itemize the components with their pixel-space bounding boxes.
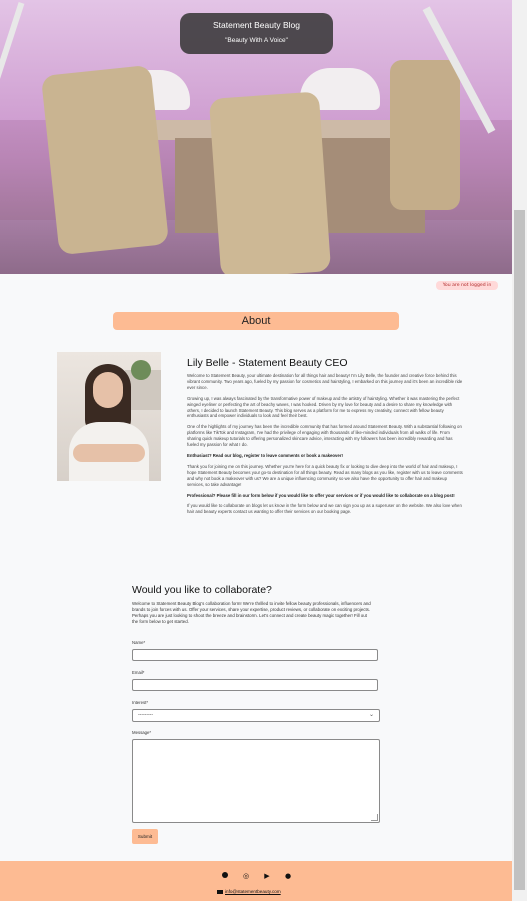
footer: [0, 861, 512, 901]
facebook-icon[interactable]: [220, 872, 230, 880]
bio-paragraph: One of the highlights of my journey has …: [187, 424, 462, 448]
bio-paragraph: If you would like to collaborate on blog…: [187, 503, 462, 515]
name-field[interactable]: [132, 649, 378, 661]
collab-heading: Would you like to collaborate?: [132, 584, 272, 596]
scrollbar-thumb[interactable]: [514, 210, 525, 890]
hero-image: Statement Beauty Blog "Beauty With A Voi…: [0, 0, 512, 274]
chevron-down-icon: ⌄: [368, 712, 374, 718]
interest-selected-value: ---------: [138, 712, 153, 718]
name-label: Name*: [132, 640, 146, 645]
about-heading: About: [113, 312, 399, 330]
submit-button[interactable]: Submit: [132, 829, 158, 844]
instagram-icon[interactable]: ◎: [241, 872, 251, 880]
youtube-icon[interactable]: ▶: [262, 872, 272, 880]
portrait-arms: [73, 444, 145, 462]
footer-email: info@statementbeauty.com: [217, 889, 281, 894]
bio-paragraph: Growing up, I was always fascinated by t…: [187, 395, 460, 419]
hero-chair-left: [40, 64, 170, 256]
github-icon[interactable]: ●: [283, 872, 293, 880]
hero-chair-center: [208, 91, 332, 274]
site-title-box: Statement Beauty Blog "Beauty With A Voi…: [180, 13, 333, 54]
bio-paragraph: Welcome to Statement Beauty, your ultima…: [187, 373, 463, 390]
hero-chair-right: [390, 60, 460, 210]
bio-title: Lily Belle - Statement Beauty CEO: [187, 357, 348, 369]
site-title[interactable]: Statement Beauty Blog: [180, 20, 333, 30]
page: Statement Beauty Blog "Beauty With A Voi…: [0, 0, 512, 901]
site-tagline: "Beauty With A Voice": [225, 37, 288, 44]
bio-text: Welcome to Statement Beauty, your ultima…: [187, 373, 463, 520]
collab-intro: Welcome to Statement Beauty Blog's colla…: [132, 601, 371, 625]
login-status-badge: You are not logged in: [436, 281, 498, 290]
resize-handle[interactable]: [371, 814, 378, 821]
message-label: Message*: [132, 730, 152, 735]
bio-professional-callout: Professional? Please fill in our form be…: [187, 492, 455, 498]
portrait-plant: [131, 360, 151, 380]
email-link[interactable]: info@statementbeauty.com: [225, 889, 281, 894]
email-label: Email*: [132, 670, 145, 675]
portrait-face: [93, 372, 123, 408]
message-textarea[interactable]: [132, 739, 380, 823]
bio-enthusiast-callout: Enthusiast? Read our blog, register to l…: [187, 452, 343, 458]
ceo-portrait: [57, 352, 161, 481]
interest-select[interactable]: --------- ⌄: [132, 709, 380, 722]
scrollbar[interactable]: [512, 0, 527, 901]
bio-paragraph: Thank you for joining me on this journey…: [187, 463, 463, 487]
interest-label: Interest*: [132, 700, 149, 705]
envelope-icon: [217, 889, 223, 894]
email-field[interactable]: [132, 679, 378, 691]
